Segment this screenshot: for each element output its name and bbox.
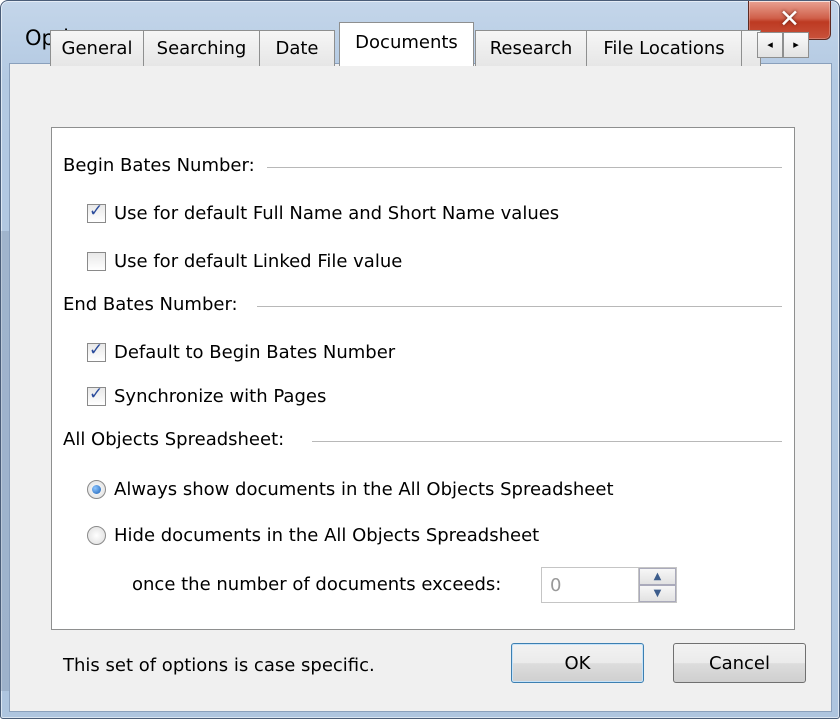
hide-documents-label[interactable]: Hide documents in the All Objects Spread… — [114, 525, 539, 546]
synchronize-with-pages-label[interactable]: Synchronize with Pages — [114, 386, 326, 407]
use-default-full-name-label[interactable]: Use for default Full Name and Short Name… — [114, 203, 559, 224]
always-show-radio[interactable] — [87, 480, 106, 499]
threshold-label: once the number of documents exceeds: — [132, 574, 502, 595]
default-to-begin-bates-label[interactable]: Default to Begin Bates Number — [114, 342, 395, 363]
hide-documents-radio[interactable] — [87, 526, 106, 545]
tab-file-locations[interactable]: File Locations — [586, 30, 742, 66]
begin-bates-divider — [267, 167, 782, 168]
options-dialog: Options ✕ General Searching Date Documen… — [0, 0, 840, 719]
tab-date[interactable]: Date — [259, 30, 335, 66]
tab-research[interactable]: Research — [475, 30, 587, 66]
always-show-label[interactable]: Always show documents in the All Objects… — [114, 479, 614, 500]
use-default-full-name-checkbox[interactable] — [87, 201, 106, 223]
tab-scroll-buttons: ◂ ▸ — [757, 32, 809, 58]
scroll-right-icon[interactable]: ▸ — [783, 32, 809, 58]
documents-tab-panel: Begin Bates Number: Use for default Full… — [51, 127, 795, 630]
all-objects-heading: All Objects Spreadsheet: — [63, 429, 297, 450]
tab-general[interactable]: General — [50, 30, 144, 66]
end-bates-heading: End Bates Number: — [63, 294, 250, 315]
default-to-begin-bates-checkbox[interactable] — [87, 340, 106, 362]
use-default-linked-file-checkbox[interactable] — [87, 252, 106, 271]
end-bates-divider — [257, 306, 782, 307]
all-objects-divider — [312, 441, 782, 442]
tab-searching[interactable]: Searching — [143, 30, 260, 66]
spinner-up-icon[interactable]: ▲ — [639, 568, 676, 585]
spinner-down-icon[interactable]: ▼ — [639, 585, 676, 602]
cancel-button[interactable]: Cancel — [673, 643, 806, 683]
close-icon: ✕ — [779, 4, 800, 33]
begin-bates-heading: Begin Bates Number: — [63, 155, 267, 176]
case-specific-note: This set of options is case specific. — [63, 655, 375, 676]
threshold-spinner-buttons: ▲ ▼ — [638, 568, 676, 602]
ok-button[interactable]: OK — [511, 643, 644, 683]
synchronize-with-pages-checkbox[interactable] — [87, 384, 106, 406]
tab-documents[interactable]: Documents — [339, 22, 474, 66]
use-default-linked-file-label[interactable]: Use for default Linked File value — [114, 251, 402, 272]
scroll-left-icon[interactable]: ◂ — [757, 32, 783, 58]
